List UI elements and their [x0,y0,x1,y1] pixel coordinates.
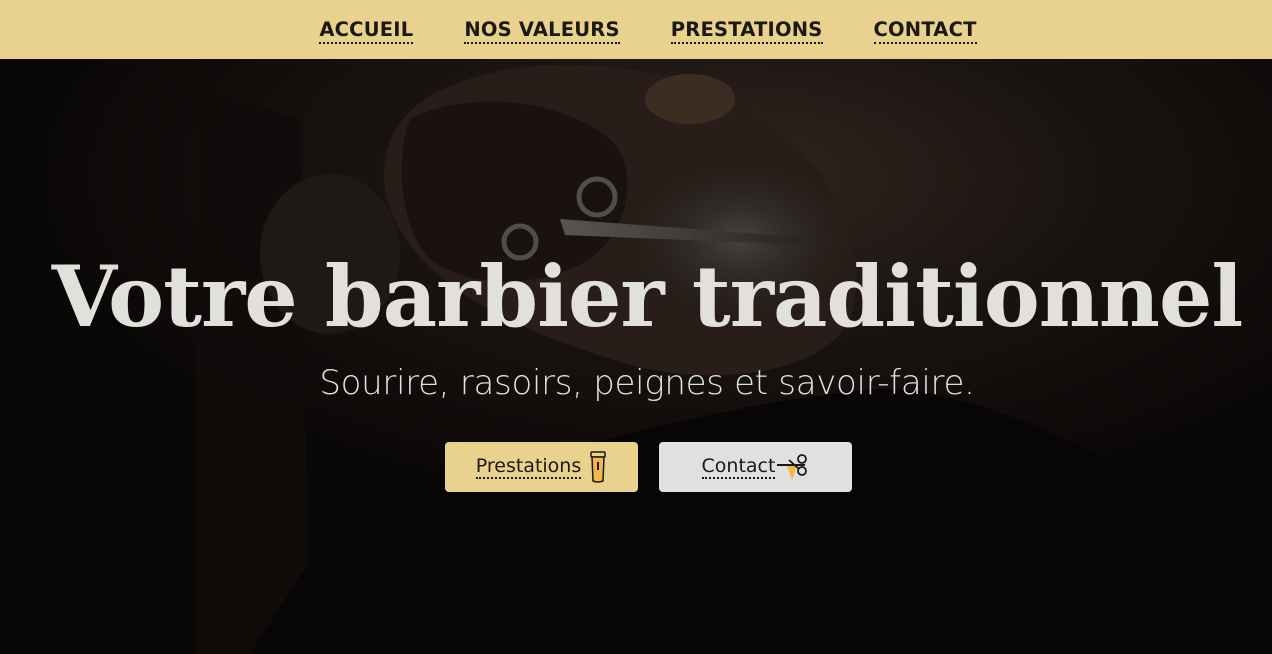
contact-button-label: Contact [701,455,776,479]
prestations-button-label: Prestations [475,455,582,479]
hero-subtitle: Sourire, rasoirs, peignes et savoir-fair… [319,363,975,403]
nav-link-prestations[interactable]: PRESTATIONS [670,16,823,44]
scissors-pin-icon [777,452,809,482]
trimmer-icon [589,450,607,484]
nav-link-accueil[interactable]: ACCUEIL [319,16,414,44]
nav-links: ACCUEIL NOS VALEURS PRESTATIONS CONTACT [319,16,977,44]
nav-link-contact[interactable]: CONTACT [873,16,977,44]
top-navigation: ACCUEIL NOS VALEURS PRESTATIONS CONTACT [0,0,1272,59]
hero-background-photo [0,59,1272,654]
contact-button[interactable]: Contact [659,442,852,492]
hero-title: Votre barbier traditionnel [51,247,1244,346]
nav-link-nos-valeurs[interactable]: NOS VALEURS [464,16,620,44]
prestations-button[interactable]: Prestations [445,442,638,492]
hero-section [0,59,1272,654]
